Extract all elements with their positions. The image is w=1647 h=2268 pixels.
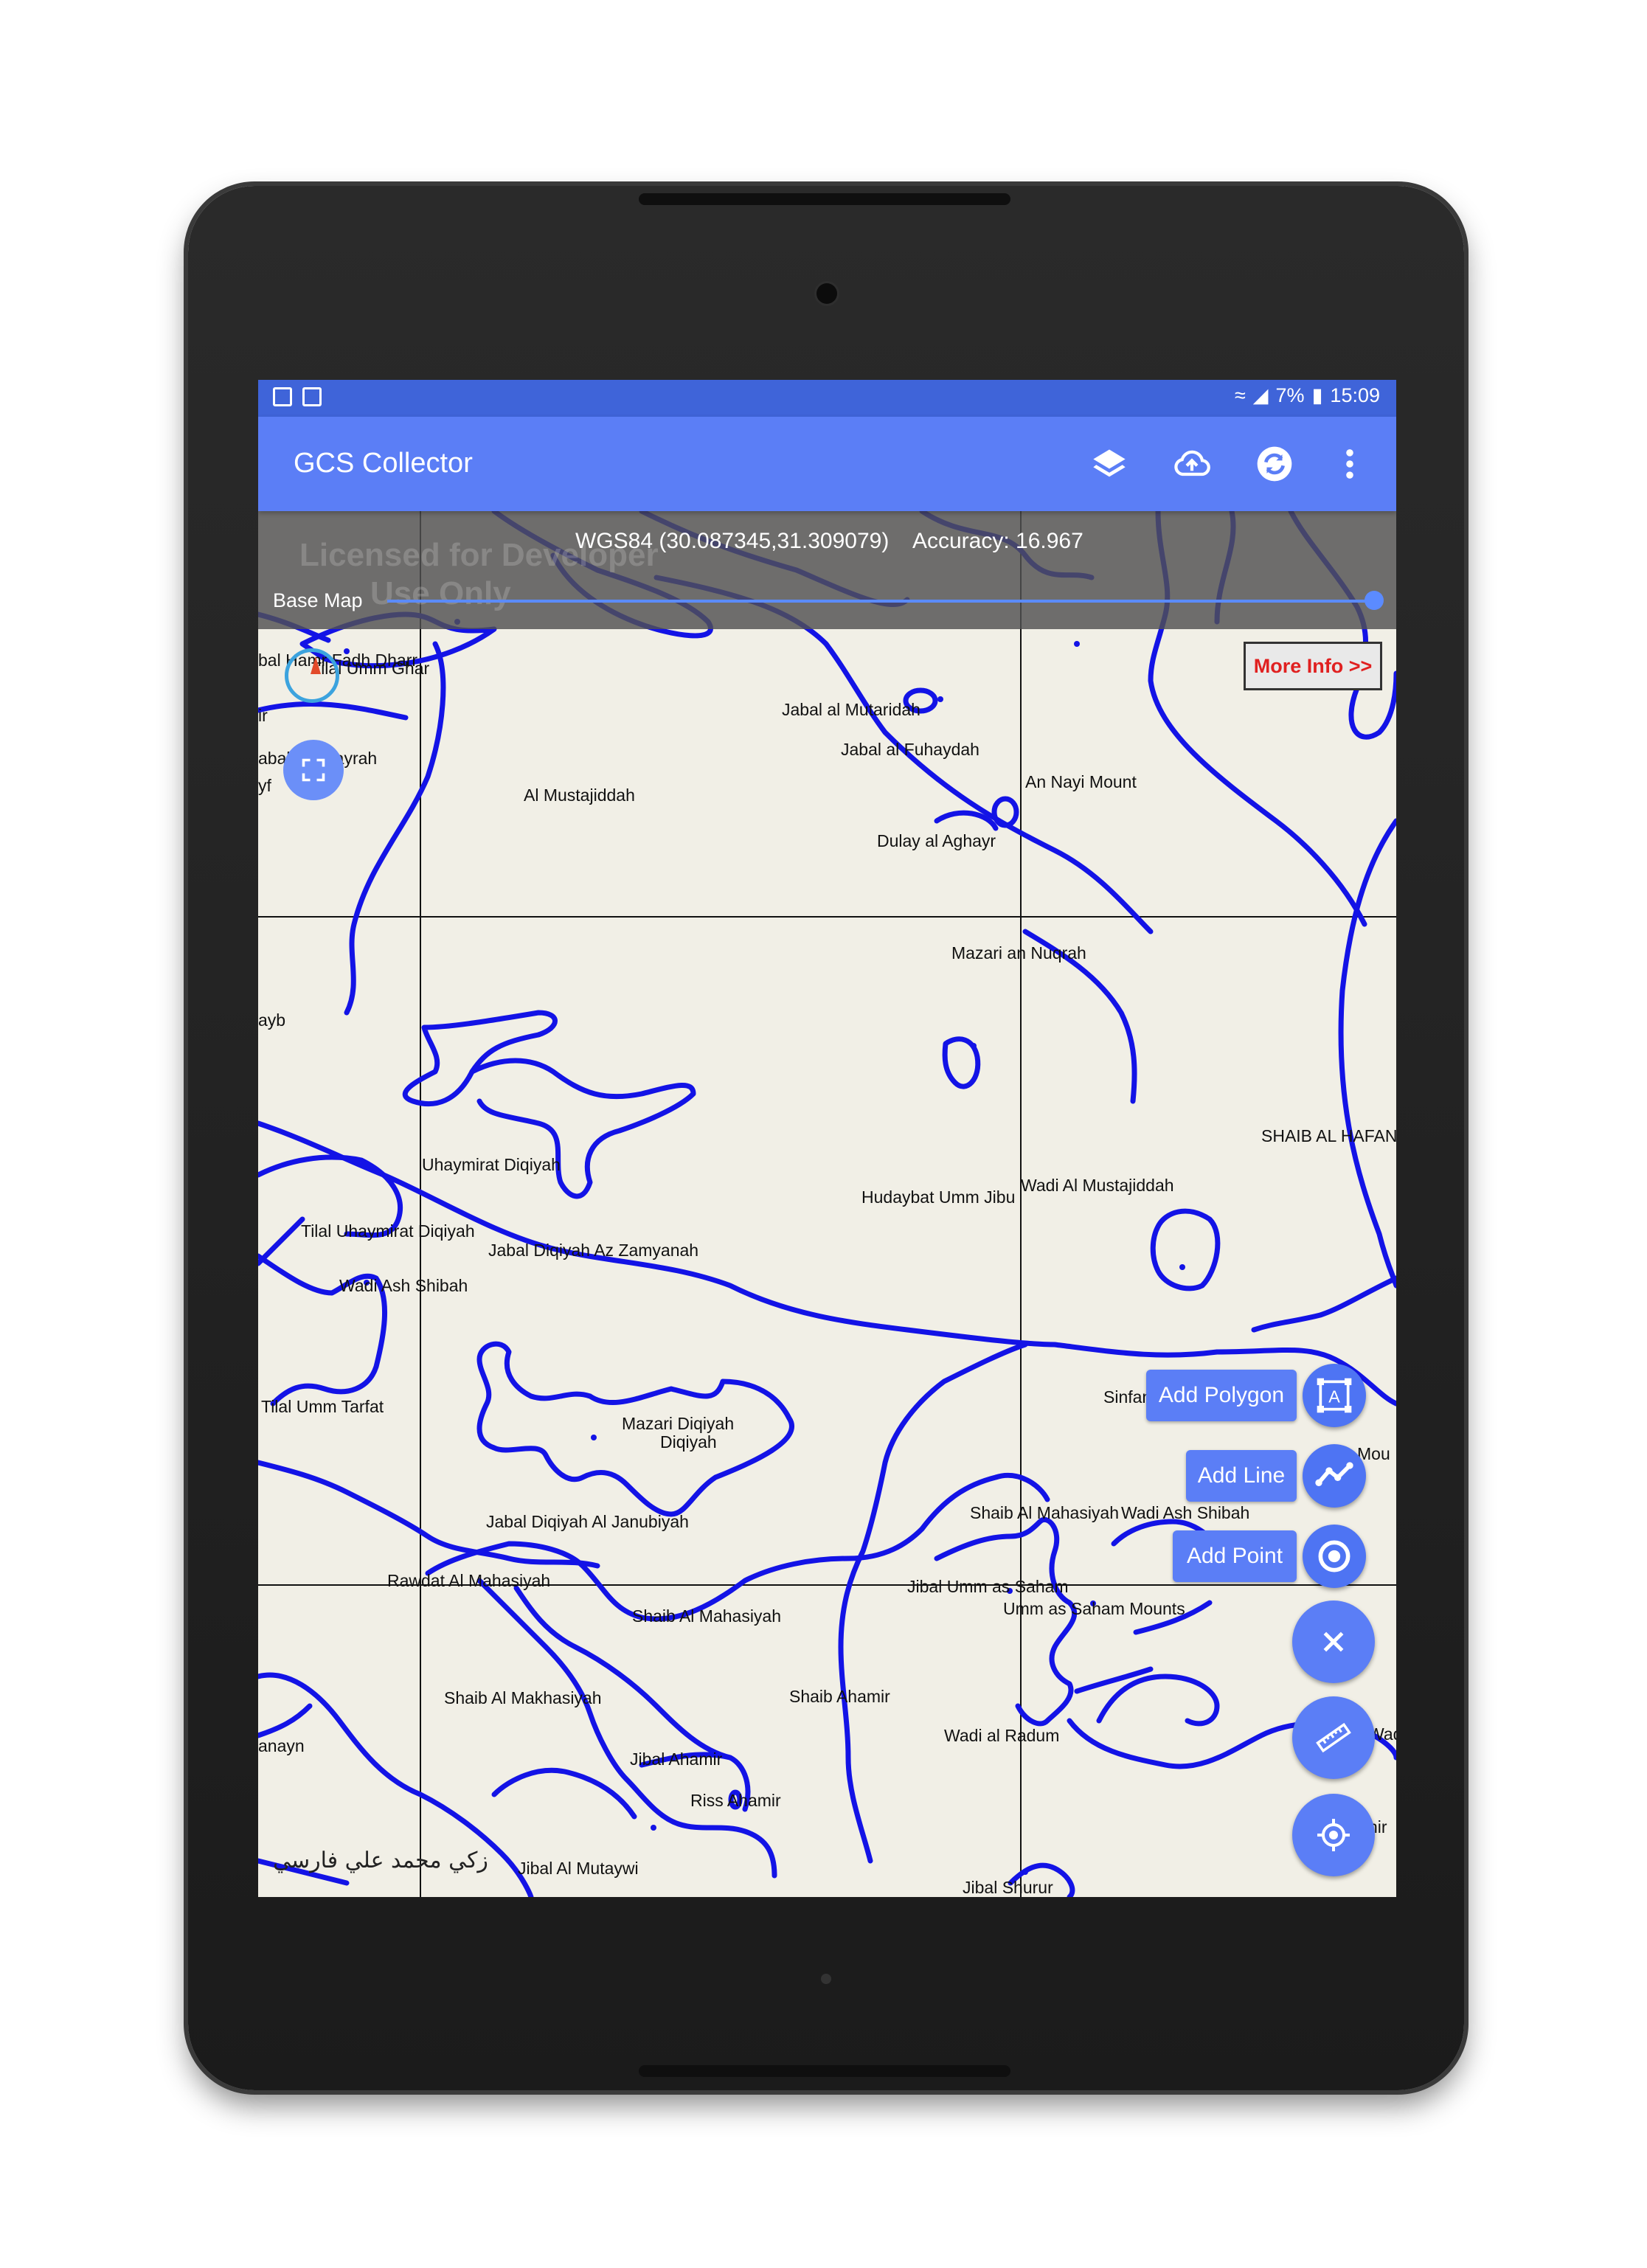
speaker-grille (639, 193, 1010, 205)
map-label: Rawdat Al Mahasiyah (387, 1571, 550, 1590)
map-label: Jibal Shurur (963, 1878, 1053, 1897)
map-label: Diqiyah (660, 1432, 717, 1452)
sync-icon[interactable] (1252, 442, 1297, 486)
map-label: An Nayi Mount (1025, 772, 1137, 791)
my-location-icon[interactable] (1292, 1794, 1375, 1876)
map-label: Jabal Diqiyah Al Janubiyah (486, 1512, 689, 1531)
map-label: ayb (258, 1010, 285, 1030)
battery-icon: ▮ (1311, 384, 1323, 406)
layers-icon[interactable] (1087, 442, 1131, 486)
compass-icon[interactable] (285, 648, 339, 703)
cloud-upload-icon[interactable] (1170, 442, 1214, 486)
map-label: Shaib Al Mahasiyah (632, 1606, 781, 1626)
line-icon[interactable] (1303, 1444, 1366, 1508)
point-icon[interactable] (1303, 1525, 1366, 1588)
ruler-icon[interactable] (1292, 1696, 1375, 1779)
map-label: SHAIB AL HAFAN (1261, 1126, 1396, 1145)
slider-thumb[interactable] (1365, 591, 1384, 610)
base-map-opacity-slider[interactable] (387, 600, 1376, 603)
map-label: Wadi Al Mustajiddah (1021, 1176, 1174, 1195)
svg-text:A: A (1328, 1387, 1340, 1406)
map-label: ir (258, 706, 268, 725)
map-label: Tilal Uhaymirat Diqiyah (301, 1221, 475, 1241)
close-icon[interactable] (1292, 1601, 1375, 1683)
map-label: Umm as Saham Mounts (1003, 1599, 1185, 1618)
map-label: Mazari Diqiyah (622, 1414, 734, 1433)
map-label: Shaib Al Makhasiyah (444, 1688, 602, 1707)
map-label: Wadi al Radum (944, 1726, 1059, 1745)
map-view[interactable]: Tilal Umm Ghar Jabal al Mutaridah Jabal … (258, 508, 1396, 1897)
wifi-icon: ≈ (1234, 384, 1246, 406)
map-label: Wadi Ash Shibah (339, 1276, 468, 1295)
add-line-button[interactable]: Add Line (1186, 1450, 1297, 1502)
more-vert-icon[interactable] (1328, 442, 1372, 486)
map-label: Hudaybat Umm Jibu (861, 1187, 1015, 1207)
location-info-bar: Licensed for Developer Use Only WGS84 (3… (258, 511, 1396, 629)
map-label: anayn (258, 1736, 305, 1755)
map-label: Jabal al Fuhaydah (841, 740, 979, 759)
app-bar: GCS Collector (258, 417, 1396, 511)
speaker-grille (639, 2065, 1010, 2077)
front-camera (816, 283, 837, 304)
add-point-button[interactable]: Add Point (1173, 1530, 1297, 1582)
map-label: Uhaymirat Diqiyah (422, 1155, 561, 1174)
settings-notification-icon (302, 387, 322, 406)
map-label: Shaib Ahamir (789, 1687, 890, 1706)
add-polygon-button[interactable]: Add Polygon (1146, 1370, 1297, 1421)
sensor-dot (821, 1974, 831, 1984)
fullscreen-icon[interactable] (283, 740, 344, 800)
gps-readout: WGS84 (30.087345,31.309079) Accuracy: 16… (575, 529, 1083, 553)
more-info-button[interactable]: More Info >> (1244, 642, 1382, 690)
map-label: Jabal al Mutaridah (782, 700, 920, 719)
clock: 15:09 (1330, 384, 1380, 406)
map-label: Jibal Umm as Saham (907, 1577, 1069, 1596)
map-label: yf (258, 776, 272, 795)
author-signature: زكي محمد علي فارسي (273, 1848, 488, 1873)
map-label: Mazari an Nuqrah (951, 943, 1086, 963)
map-label: Tilal Umm Tarfat (261, 1397, 384, 1416)
map-label: Jabal Diqiyah Az Zamyanah (488, 1241, 698, 1260)
map-label: Wadi Ash Shibah (1121, 1503, 1249, 1522)
map-label: Shaib Al Mahasiyah (970, 1503, 1119, 1522)
image-notification-icon (273, 387, 292, 406)
battery-percent: 7% (1275, 384, 1305, 406)
map-canvas[interactable]: Tilal Umm Ghar Jabal al Mutaridah Jabal … (258, 508, 1396, 1897)
app-screen: ≈ ◢ 7% ▮ 15:09 GCS Collector Tilal Umm G… (258, 380, 1396, 1897)
polygon-icon[interactable]: A (1303, 1364, 1366, 1427)
app-title: GCS Collector (294, 448, 473, 479)
status-bar: ≈ ◢ 7% ▮ 15:09 (258, 380, 1396, 417)
base-map-label: Base Map (273, 589, 363, 611)
map-label: Jibal Ahamir (630, 1749, 723, 1769)
map-label: Al Mustajiddah (524, 786, 635, 805)
map-label: Jibal Al Mutaywi (518, 1859, 639, 1878)
map-label: Riss Ahamir (690, 1791, 781, 1810)
signal-icon: ◢ (1252, 384, 1269, 406)
map-label: Dulay al Aghayr (877, 831, 996, 850)
